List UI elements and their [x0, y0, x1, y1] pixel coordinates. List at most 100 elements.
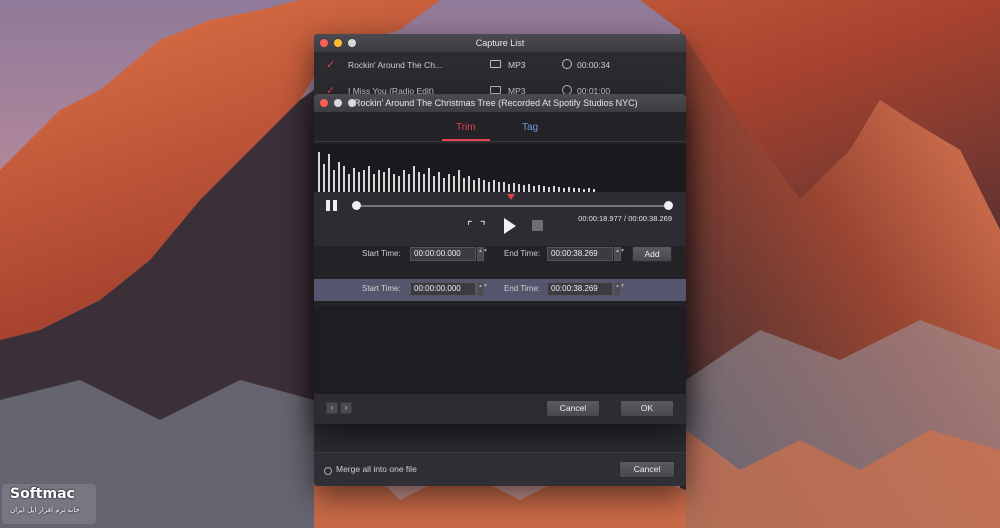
- segment-row[interactable]: Start Time: 00:00:00.000 ▲▼ End Time: 00…: [314, 279, 686, 301]
- dialog-ok-button[interactable]: OK: [620, 400, 674, 417]
- segment-start-input[interactable]: 00:00:00.000: [410, 282, 476, 296]
- capture-cancel-button[interactable]: Cancel: [619, 461, 675, 478]
- tab-divider: [314, 141, 686, 142]
- merge-label: Merge all into one file: [336, 464, 417, 474]
- segment-list: [314, 306, 686, 394]
- waveform-bar: [493, 180, 495, 192]
- play-icon[interactable]: [504, 218, 516, 234]
- waveform-bar: [423, 174, 425, 192]
- next-icon[interactable]: ›: [340, 402, 352, 414]
- waveform-bar: [403, 170, 405, 192]
- waveform-bar: [328, 154, 330, 192]
- waveform-bar: [538, 185, 540, 192]
- waveform-bar: [528, 184, 530, 192]
- waveform-bar: [523, 185, 525, 192]
- merge-radio[interactable]: [324, 467, 332, 475]
- segment-end-stepper[interactable]: ▲▼: [614, 282, 625, 296]
- capture-list-titlebar: Capture List: [314, 34, 686, 52]
- trim-dialog: Rockin' Around The Christmas Tree (Recor…: [314, 94, 686, 424]
- waveform-bar: [513, 183, 515, 192]
- waveform-bar: [488, 182, 490, 192]
- waveform-bar: [383, 172, 385, 192]
- segment-end-label: End Time:: [504, 284, 541, 293]
- stop-icon[interactable]: [532, 220, 543, 231]
- zoom-window-button[interactable]: [348, 39, 356, 47]
- watermark-subtitle: خانه نرم افزار اپل ایران: [10, 506, 80, 514]
- waveform-bar: [363, 170, 365, 192]
- minimize-window-button[interactable]: [334, 39, 342, 47]
- zoom-dialog-button[interactable]: [348, 99, 356, 107]
- end-time-stepper[interactable]: ▲▼: [614, 247, 625, 261]
- waveform-bar: [353, 168, 355, 192]
- track-duration: 00:00:34: [577, 60, 611, 70]
- tab-tag[interactable]: Tag: [522, 122, 538, 133]
- previous-icon[interactable]: ‹: [326, 402, 338, 414]
- waveform-bar: [388, 168, 390, 192]
- segment-start-label: Start Time:: [362, 284, 401, 293]
- waveform-bar: [393, 174, 395, 192]
- waveform-bar: [503, 182, 505, 192]
- waveform-bar: [428, 168, 430, 192]
- waveform-bar: [518, 184, 520, 192]
- waveform-bar: [373, 174, 375, 192]
- waveform-bar: [343, 166, 345, 192]
- dialog-footer: ‹ › Cancel OK: [314, 394, 686, 424]
- end-time-label: End Time:: [504, 249, 541, 258]
- playhead-marker[interactable]: [506, 194, 515, 200]
- dialog-title: Rockin' Around The Christmas Tree (Recor…: [354, 98, 638, 108]
- waveform-bar: [318, 152, 320, 192]
- waveform-bar: [368, 166, 370, 192]
- start-time-input[interactable]: 00:00:00.000: [410, 247, 476, 261]
- watermark-brand: Softmac: [10, 486, 75, 502]
- waveform-bar: [378, 170, 380, 192]
- active-tab-indicator: [442, 139, 490, 141]
- close-window-button[interactable]: [320, 39, 328, 47]
- tab-trim[interactable]: Trim: [456, 122, 476, 133]
- trim-dialog-titlebar: Rockin' Around The Christmas Tree (Recor…: [314, 94, 686, 112]
- waveform-bar: [473, 180, 475, 192]
- clock-icon: [562, 59, 572, 69]
- waveform-bar: [498, 182, 500, 192]
- waveform-bar: [438, 172, 440, 192]
- window-title: Capture List: [475, 38, 525, 48]
- progress-slider[interactable]: [356, 205, 668, 207]
- waveform-bar: [448, 174, 450, 192]
- waveform[interactable]: [314, 144, 686, 192]
- crop-icon[interactable]: ⌜ ⌝: [467, 220, 491, 232]
- waveform-bar: [478, 178, 480, 192]
- segment-end-input[interactable]: 00:00:38.269: [547, 282, 613, 296]
- end-handle[interactable]: [664, 201, 673, 210]
- playback-controls: 00:00:18.977 / 00:00:38.269 ⌜ ⌝: [314, 192, 686, 246]
- start-time-label: Start Time:: [362, 249, 401, 258]
- capture-list-item[interactable]: ✓ Rockin' Around The Ch... MP3 00:00:34: [314, 52, 686, 78]
- minimize-dialog-button[interactable]: [334, 99, 342, 107]
- pause-icon[interactable]: [326, 200, 337, 211]
- tab-bar: Trim Tag: [314, 116, 686, 142]
- close-dialog-button[interactable]: [320, 99, 328, 107]
- add-segment-button[interactable]: Add: [632, 246, 672, 262]
- checkmark-icon[interactable]: ✓: [326, 52, 335, 78]
- trim-editor-row: Start Time: 00:00:00.000 ▲▼ End Time: 00…: [314, 244, 686, 266]
- waveform-bar: [398, 176, 400, 192]
- waveform-bar: [458, 170, 460, 192]
- start-handle[interactable]: [352, 201, 361, 210]
- time-readout: 00:00:18.977 / 00:00:38.269: [578, 214, 672, 223]
- start-time-stepper[interactable]: ▲▼: [477, 247, 488, 261]
- waveform-bar: [418, 172, 420, 192]
- end-time-input[interactable]: 00:00:38.269: [547, 247, 613, 261]
- waveform-bar: [358, 172, 360, 192]
- capture-list-footer: Merge all into one file Cancel: [314, 452, 686, 486]
- segment-start-stepper[interactable]: ▲▼: [477, 282, 488, 296]
- folder-icon[interactable]: [490, 86, 501, 94]
- waveform-bar: [433, 176, 435, 192]
- track-title: Rockin' Around The Ch...: [348, 60, 443, 70]
- waveform-bar: [348, 174, 350, 192]
- waveform-bar: [463, 178, 465, 192]
- waveform-bar: [468, 176, 470, 192]
- track-format: MP3: [508, 60, 526, 70]
- waveform-bar: [413, 166, 415, 192]
- waveform-bar: [408, 174, 410, 192]
- dialog-cancel-button[interactable]: Cancel: [546, 400, 600, 417]
- folder-icon[interactable]: [490, 60, 501, 68]
- waveform-bar: [483, 180, 485, 192]
